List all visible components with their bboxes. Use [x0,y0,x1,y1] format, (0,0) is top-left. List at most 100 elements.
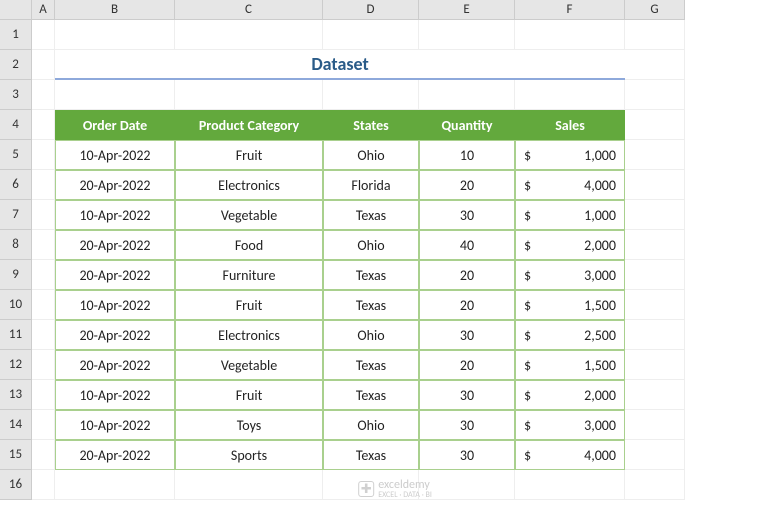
cell-A5[interactable] [32,140,55,170]
cell-sales[interactable]: $1,500 [515,290,625,320]
cell-G2[interactable] [625,50,685,80]
cell-D16[interactable] [323,470,419,500]
row-head-13[interactable]: 13 [0,380,32,410]
cell-D1[interactable] [323,20,419,50]
cell-G7[interactable] [625,200,685,230]
cell-product-category[interactable]: Fruit [175,140,323,170]
cell-quantity[interactable]: 30 [419,380,515,410]
cell-A3[interactable] [32,80,55,110]
cell-states[interactable]: Ohio [323,140,419,170]
row-head-15[interactable]: 15 [0,440,32,470]
cell-E3[interactable] [419,80,515,110]
cell-G13[interactable] [625,380,685,410]
cell-product-category[interactable]: Sports [175,440,323,470]
cell-sales[interactable]: $3,000 [515,260,625,290]
cell-B16[interactable] [55,470,175,500]
row-head-9[interactable]: 9 [0,260,32,290]
cell-order-date[interactable]: 20-Apr-2022 [55,230,175,260]
cell-G16[interactable] [625,470,685,500]
cell-quantity[interactable]: 20 [419,170,515,200]
cell-A2[interactable] [32,50,55,80]
cell-C3[interactable] [175,80,323,110]
cell-order-date[interactable]: 20-Apr-2022 [55,320,175,350]
col-head-E[interactable]: E [419,0,515,20]
row-head-16[interactable]: 16 [0,470,32,500]
cell-order-date[interactable]: 10-Apr-2022 [55,290,175,320]
cell-A4[interactable] [32,110,55,140]
cell-G3[interactable] [625,80,685,110]
cell-D3[interactable] [323,80,419,110]
cell-quantity[interactable]: 30 [419,320,515,350]
col-head-C[interactable]: C [175,0,323,20]
cell-states[interactable]: Ohio [323,230,419,260]
row-head-10[interactable]: 10 [0,290,32,320]
header-product-category[interactable]: Product Category [175,110,323,140]
cell-order-date[interactable]: 10-Apr-2022 [55,410,175,440]
cell-quantity[interactable]: 20 [419,260,515,290]
cell-quantity[interactable]: 20 [419,290,515,320]
cell-sales[interactable]: $1,000 [515,200,625,230]
cell-product-category[interactable]: Vegetable [175,200,323,230]
cell-quantity[interactable]: 30 [419,410,515,440]
cell-G10[interactable] [625,290,685,320]
col-head-D[interactable]: D [323,0,419,20]
row-head-6[interactable]: 6 [0,170,32,200]
cell-product-category[interactable]: Electronics [175,320,323,350]
cell-C16[interactable] [175,470,323,500]
cell-sales[interactable]: $4,000 [515,440,625,470]
cell-G4[interactable] [625,110,685,140]
cell-G9[interactable] [625,260,685,290]
header-quantity[interactable]: Quantity [419,110,515,140]
cell-sales[interactable]: $2,500 [515,320,625,350]
cell-sales[interactable]: $2,000 [515,380,625,410]
cell-A8[interactable] [32,230,55,260]
cell-F16[interactable] [515,470,625,500]
row-head-12[interactable]: 12 [0,350,32,380]
cell-A10[interactable] [32,290,55,320]
cell-order-date[interactable]: 20-Apr-2022 [55,260,175,290]
cell-sales[interactable]: $2,000 [515,230,625,260]
col-head-B[interactable]: B [55,0,175,20]
header-order-date[interactable]: Order Date [55,110,175,140]
cell-G5[interactable] [625,140,685,170]
cell-G11[interactable] [625,320,685,350]
cell-A6[interactable] [32,170,55,200]
cell-sales[interactable]: $3,000 [515,410,625,440]
cell-order-date[interactable]: 10-Apr-2022 [55,200,175,230]
cell-sales[interactable]: $4,000 [515,170,625,200]
cell-E1[interactable] [419,20,515,50]
cell-order-date[interactable]: 20-Apr-2022 [55,350,175,380]
cell-sales[interactable]: $1,000 [515,140,625,170]
cell-G12[interactable] [625,350,685,380]
cell-product-category[interactable]: Vegetable [175,350,323,380]
cell-order-date[interactable]: 10-Apr-2022 [55,380,175,410]
row-head-8[interactable]: 8 [0,230,32,260]
cell-states[interactable]: Texas [323,350,419,380]
cell-states[interactable]: Ohio [323,320,419,350]
cell-quantity[interactable]: 20 [419,350,515,380]
cell-A11[interactable] [32,320,55,350]
cell-product-category[interactable]: Toys [175,410,323,440]
cell-order-date[interactable]: 20-Apr-2022 [55,170,175,200]
cell-A1[interactable] [32,20,55,50]
cell-quantity[interactable]: 10 [419,140,515,170]
cell-product-category[interactable]: Fruit [175,380,323,410]
cell-quantity[interactable]: 30 [419,200,515,230]
col-head-A[interactable]: A [32,0,55,20]
row-head-4[interactable]: 4 [0,110,32,140]
cell-E16[interactable] [419,470,515,500]
cell-F1[interactable] [515,20,625,50]
cell-states[interactable]: Texas [323,290,419,320]
cell-product-category[interactable]: Electronics [175,170,323,200]
cell-states[interactable]: Ohio [323,410,419,440]
cell-quantity[interactable]: 30 [419,440,515,470]
cell-G8[interactable] [625,230,685,260]
cell-states[interactable]: Texas [323,380,419,410]
header-sales[interactable]: Sales [515,110,625,140]
row-head-14[interactable]: 14 [0,410,32,440]
cell-A15[interactable] [32,440,55,470]
row-head-1[interactable]: 1 [0,20,32,50]
row-head-2[interactable]: 2 [0,50,32,80]
cell-G1[interactable] [625,20,685,50]
cell-F3[interactable] [515,80,625,110]
